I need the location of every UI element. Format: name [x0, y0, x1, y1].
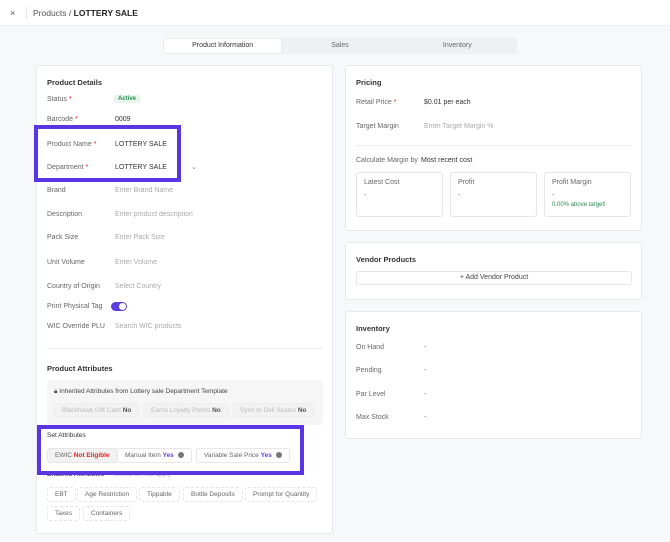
- wic-search-input[interactable]: Search WIC products: [115, 323, 182, 330]
- department-select[interactable]: LOTTERY SALE: [115, 164, 167, 171]
- top-bar: × Products / LOTTERY SALE: [0, 0, 670, 26]
- breadcrumb-products[interactable]: Products: [33, 8, 67, 18]
- description-input[interactable]: Enter product description: [115, 211, 193, 218]
- pack-size-input[interactable]: Enter Pack Size: [115, 234, 165, 241]
- enabled-attributes-title: Enabled Attributes — Select all that app…: [47, 471, 172, 478]
- inventory-card: Inventory On Hand - Pending - Par Level …: [345, 311, 642, 439]
- gear-icon[interactable]: [177, 452, 184, 458]
- brand-label: Brand: [47, 187, 66, 194]
- plus-icon: +: [459, 274, 464, 281]
- pending-value: -: [424, 367, 427, 374]
- pack-size-label: Pack Size: [47, 234, 79, 241]
- divider: [47, 348, 323, 349]
- on-hand-value: -: [424, 344, 427, 351]
- divider: [356, 145, 632, 146]
- add-vendor-product-button[interactable]: + Add Vendor Product: [356, 271, 632, 285]
- divider: [26, 7, 27, 19]
- vendor-products-card: Vendor Products + Add Vendor Product: [345, 242, 642, 300]
- par-level-value: -: [424, 391, 427, 398]
- target-margin-input[interactable]: Enter Target Margin %: [424, 123, 494, 130]
- status-label: Status *: [47, 96, 72, 103]
- section-title: Product Details: [47, 78, 103, 87]
- retail-price-field[interactable]: $0.01 per each: [424, 99, 471, 106]
- description-label: Description: [47, 211, 83, 218]
- status-badge: Active: [113, 95, 142, 103]
- chevron-down-icon[interactable]: ⌄: [191, 163, 197, 171]
- profit-box: Profit -: [450, 172, 537, 217]
- product-name-label: Product Name *: [47, 141, 97, 148]
- print-tag-label: Print Physical Tag: [47, 303, 103, 310]
- product-name-field[interactable]: LOTTERY SALE: [115, 141, 167, 148]
- enabled-attribute-chip[interactable]: Tippable: [139, 487, 180, 502]
- print-tag-toggle[interactable]: [111, 302, 127, 311]
- breadcrumb: Products / LOTTERY SALE: [33, 8, 138, 18]
- set-attributes-title: Set Attributes: [47, 432, 86, 439]
- enabled-attribute-chip[interactable]: Taxes: [47, 506, 80, 521]
- enabled-attribute-chip[interactable]: Containers: [83, 506, 131, 521]
- tab-sales[interactable]: Sales: [281, 39, 398, 53]
- tab-inventory[interactable]: Inventory: [399, 39, 516, 53]
- inherited-attribute-chip: Sync to Deli Scales No: [232, 403, 315, 418]
- department-label: Department *: [47, 164, 89, 171]
- barcode-label: Barcode *: [47, 116, 78, 123]
- retail-price-label: Retail Price *: [356, 99, 397, 106]
- unit-volume-label: Unit Volume: [47, 259, 85, 266]
- attributes-title: Product Attributes: [47, 364, 113, 373]
- latest-cost-box: Latest Cost -: [356, 172, 443, 217]
- inherited-attribute-chip: Blackhawk Gift Card No: [54, 403, 140, 418]
- on-hand-label: On Hand: [356, 344, 385, 351]
- pending-label: Pending: [356, 367, 382, 374]
- wic-label: WIC Override PLU: [47, 323, 105, 330]
- brand-input[interactable]: Enter Brand Name: [115, 187, 173, 194]
- breadcrumb-current: LOTTERY SALE: [73, 8, 138, 18]
- calc-margin-label: Calculate Margin by: [356, 157, 418, 164]
- set-attribute-ewic[interactable]: EWIC Not Eligible: [47, 448, 118, 463]
- inherited-title: 🔒︎ Inherited Attributes from Lottery sal…: [54, 388, 228, 395]
- enabled-attribute-chip[interactable]: Bottle Deposits: [183, 487, 243, 502]
- max-stock-label: Max Stock: [356, 414, 389, 421]
- set-attribute-manual-item[interactable]: Manual Item Yes: [117, 448, 192, 463]
- product-details-card: Product Details Status * Active Barcode …: [36, 65, 333, 534]
- enabled-attribute-chip[interactable]: Prompt for Quantity: [245, 487, 318, 502]
- inherited-attribute-chip: Earns Loyalty Points No: [143, 403, 229, 418]
- gear-icon[interactable]: [275, 452, 282, 458]
- enabled-attribute-chip[interactable]: EBT: [47, 487, 76, 502]
- pricing-card: Pricing Retail Price * $0.01 per each Ta…: [345, 65, 642, 231]
- lock-icon: 🔒︎: [54, 388, 58, 395]
- set-attribute-variable-sale-price[interactable]: Variable Sale Price Yes: [196, 448, 290, 463]
- calc-margin-select[interactable]: Most recent cost: [421, 157, 472, 164]
- tab-product-information[interactable]: Product Information: [164, 39, 282, 53]
- country-label: Country of Origin: [47, 283, 100, 290]
- vendor-title: Vendor Products: [356, 255, 417, 264]
- enabled-attribute-chip[interactable]: Age Restriction: [77, 487, 138, 502]
- barcode-field[interactable]: 0009: [115, 116, 131, 123]
- par-level-label: Par Level: [356, 391, 386, 398]
- margin-note: 0.00% above target!: [552, 202, 606, 208]
- profit-margin-box: Profit Margin -0.00% above target!: [544, 172, 631, 217]
- close-icon[interactable]: ×: [10, 8, 15, 18]
- max-stock-value: -: [424, 414, 427, 421]
- inherited-attributes-panel: 🔒︎ Inherited Attributes from Lottery sal…: [47, 380, 323, 425]
- inventory-title: Inventory: [356, 324, 390, 333]
- tab-bar: Product Information Sales Inventory: [163, 38, 517, 54]
- country-select[interactable]: Select Country: [115, 283, 161, 290]
- breadcrumb-separator: /: [68, 8, 72, 18]
- unit-volume-input[interactable]: Enter Volume: [115, 259, 157, 266]
- pricing-title: Pricing: [356, 78, 382, 87]
- target-margin-label: Target Margin: [356, 123, 399, 130]
